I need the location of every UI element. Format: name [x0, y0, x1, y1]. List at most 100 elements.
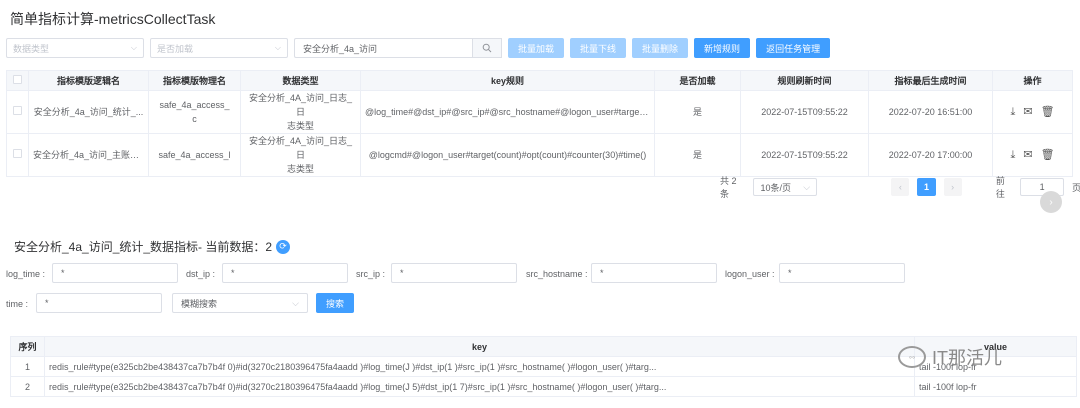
table-row: 安全分析_4a_访问_主账号... safe_4a_access_l 安全分析_… [6, 133, 1073, 177]
mail-icon[interactable]: ✉ [1023, 148, 1032, 162]
filter-search-button[interactable]: 搜索 [316, 293, 355, 313]
header-actions: 操作 [992, 70, 1073, 91]
dst-ip-input[interactable]: * [222, 263, 348, 283]
row-checkbox[interactable] [13, 106, 22, 115]
physical-name-line1: safe_4a_access_l [158, 150, 231, 160]
data-type-line2: 志类型 [286, 164, 314, 174]
data-type-line2: 志类型 [286, 121, 314, 131]
key-cell: redis_rule#type(e325cb2be438437ca7b7b4f … [44, 376, 915, 397]
toolbar: 数据类型 ⌵ 是否加载 ⌵ 安全分析_4a_访问 批量加载 批量下线 批量删除 … [6, 38, 831, 58]
log-time-input[interactable]: * [52, 263, 178, 283]
chevron-down-icon: ⌵ [274, 43, 281, 52]
data-type-line1: 安全分析_4A_访问_日志_日 [248, 136, 353, 160]
last-gen-time-cell: 2022-07-20 16:51:00 [868, 90, 993, 134]
data-type-placeholder: 数据类型 [13, 43, 50, 54]
batch-offline-button[interactable]: 批量下线 [570, 38, 627, 58]
refresh-time-cell: 2022-07-15T09:55:22 [740, 90, 869, 134]
physical-name-cell: safe_4a_access_c [148, 90, 241, 134]
src-hostname-input[interactable]: * [591, 263, 717, 283]
wechat-icon: ◦◦ [898, 346, 926, 368]
metrics-table: 指标模版逻辑名 指标模版物理名 数据类型 key规则 是否加载 规则刷新时间 指… [6, 70, 1073, 177]
dst-ip-label: dst_ip : [186, 269, 216, 279]
header-last-gen-time: 指标最后生成时间 [868, 70, 993, 91]
chevron-right-icon: › [1049, 196, 1053, 208]
prev-page-button[interactable]: ‹ [891, 178, 910, 196]
chevron-left-icon: ‹ [898, 182, 902, 192]
page-title: 简单指标计算-metricsCollectTask [10, 11, 216, 27]
physical-name-cell: safe_4a_access_l [148, 133, 241, 177]
header-logic-name: 指标模版逻辑名 [28, 70, 149, 91]
search-icon [482, 43, 492, 53]
refresh-time-cell: 2022-07-15T09:55:22 [740, 133, 869, 177]
is-loaded-select[interactable]: 是否加载 ⌵ [150, 38, 288, 58]
search-box: 安全分析_4a_访问 [294, 38, 502, 58]
chevron-down-icon: ⌵ [130, 43, 137, 52]
index-cell: 2 [10, 376, 45, 397]
goto-label: 前往 [995, 176, 1005, 199]
src-hostname-label: src_hostname : [526, 269, 588, 279]
page-size-select[interactable]: 10条/页 ⌵ [753, 178, 818, 196]
next-page-button[interactable]: › [943, 178, 962, 196]
download-icon[interactable]: ⤓ [1010, 148, 1015, 162]
src-ip-input[interactable]: * [391, 263, 517, 283]
trash-icon[interactable]: 🗑 [1041, 105, 1055, 119]
physical-name-line2: c [192, 114, 197, 124]
data-type-line1: 安全分析_4A_访问_日志_日 [248, 93, 353, 117]
trash-icon[interactable]: 🗑 [1041, 148, 1055, 162]
row-checkbox[interactable] [13, 149, 22, 158]
scroll-fab-button[interactable]: › [1040, 191, 1062, 213]
is-loaded-cell: 是 [654, 90, 741, 134]
logic-name-cell: 安全分析_4a_访问_统计_... [28, 90, 149, 134]
table-header-row: 指标模版逻辑名 指标模版物理名 数据类型 key规则 是否加载 规则刷新时间 指… [6, 70, 1073, 91]
header-physical-name: 指标模版物理名 [148, 70, 241, 91]
value-cell: tail -100f lop-fr [914, 376, 1077, 397]
key-cell: redis_rule#type(e325cb2be438437ca7b7b4f … [44, 356, 915, 377]
is-loaded-cell: 是 [654, 133, 741, 177]
page-unit-label: 页 [1072, 182, 1080, 193]
actions-cell: ⤓ ✉ 🗑 [992, 133, 1073, 177]
watermark: ◦◦ IT那活儿 [898, 344, 1002, 370]
chevron-down-icon: ⌵ [803, 181, 811, 192]
header-key-rule: key规则 [360, 70, 655, 91]
search-input[interactable]: 安全分析_4a_访问 [294, 38, 472, 58]
select-all-cell[interactable] [6, 70, 29, 91]
data-type-cell: 安全分析_4A_访问_日志_日志类型 [240, 133, 361, 177]
index-cell: 1 [10, 356, 45, 377]
section-title: 安全分析_4a_访问_统计_数据指标- 当前数据：2 ⟳ [14, 238, 291, 255]
batch-delete-button[interactable]: 批量删除 [632, 38, 689, 58]
log-time-label: log_time : [6, 269, 46, 279]
header-data-type: 数据类型 [240, 70, 361, 91]
fuzzy-search-value: 模糊搜索 [181, 298, 218, 309]
section-title-text: 安全分析_4a_访问_统计_数据指标- 当前数据：2 [14, 240, 273, 254]
mail-icon[interactable]: ✉ [1023, 105, 1032, 119]
refresh-icon[interactable]: ⟳ [276, 239, 291, 254]
physical-name-line1: safe_4a_access_ [159, 100, 230, 110]
download-icon[interactable]: ⤓ [1010, 105, 1015, 119]
data-type-select[interactable]: 数据类型 ⌵ [6, 38, 144, 58]
pagination: 共 2 条 10条/页 ⌵ ‹ 1 › 前往 1 页 [720, 174, 1080, 200]
table-row: 安全分析_4a_访问_统计_... safe_4a_access_c 安全分析_… [6, 90, 1073, 134]
chevron-down-icon: ⌵ [292, 297, 299, 308]
header-index: 序列 [10, 336, 45, 357]
back-task-button[interactable]: 返回任务管理 [756, 38, 831, 58]
logon-user-label: logon_user : [725, 269, 775, 279]
batch-load-button[interactable]: 批量加载 [508, 38, 565, 58]
data-type-cell: 安全分析_4A_访问_日志_日志类型 [240, 90, 361, 134]
logic-name-cell: 安全分析_4a_访问_主账号... [28, 133, 149, 177]
logon-user-input[interactable]: * [779, 263, 905, 283]
header-is-loaded: 是否加载 [654, 70, 741, 91]
page-number-current[interactable]: 1 [917, 178, 936, 196]
select-all-checkbox[interactable] [13, 75, 22, 84]
pagination-total: 共 2 条 [720, 176, 737, 199]
add-rule-button[interactable]: 新增规则 [694, 38, 751, 58]
table-row: 2 redis_rule#type(e325cb2be438437ca7b7b4… [10, 376, 1077, 397]
actions-cell: ⤓ ✉ 🗑 [992, 90, 1073, 134]
header-key: key [44, 336, 915, 357]
time-input[interactable]: * [36, 293, 162, 313]
last-gen-time-cell: 2022-07-20 17:00:00 [868, 133, 993, 177]
search-button[interactable] [472, 38, 502, 58]
page-size-value: 10条/页 [760, 182, 792, 193]
key-rule-cell: @logcmd#@logon_user#target(count)#opt(co… [360, 133, 655, 177]
key-rule-cell: @log_time#@dst_ip#@src_ip#@src_hostname#… [360, 90, 655, 134]
fuzzy-search-select[interactable]: 模糊搜索 ⌵ [172, 293, 308, 313]
